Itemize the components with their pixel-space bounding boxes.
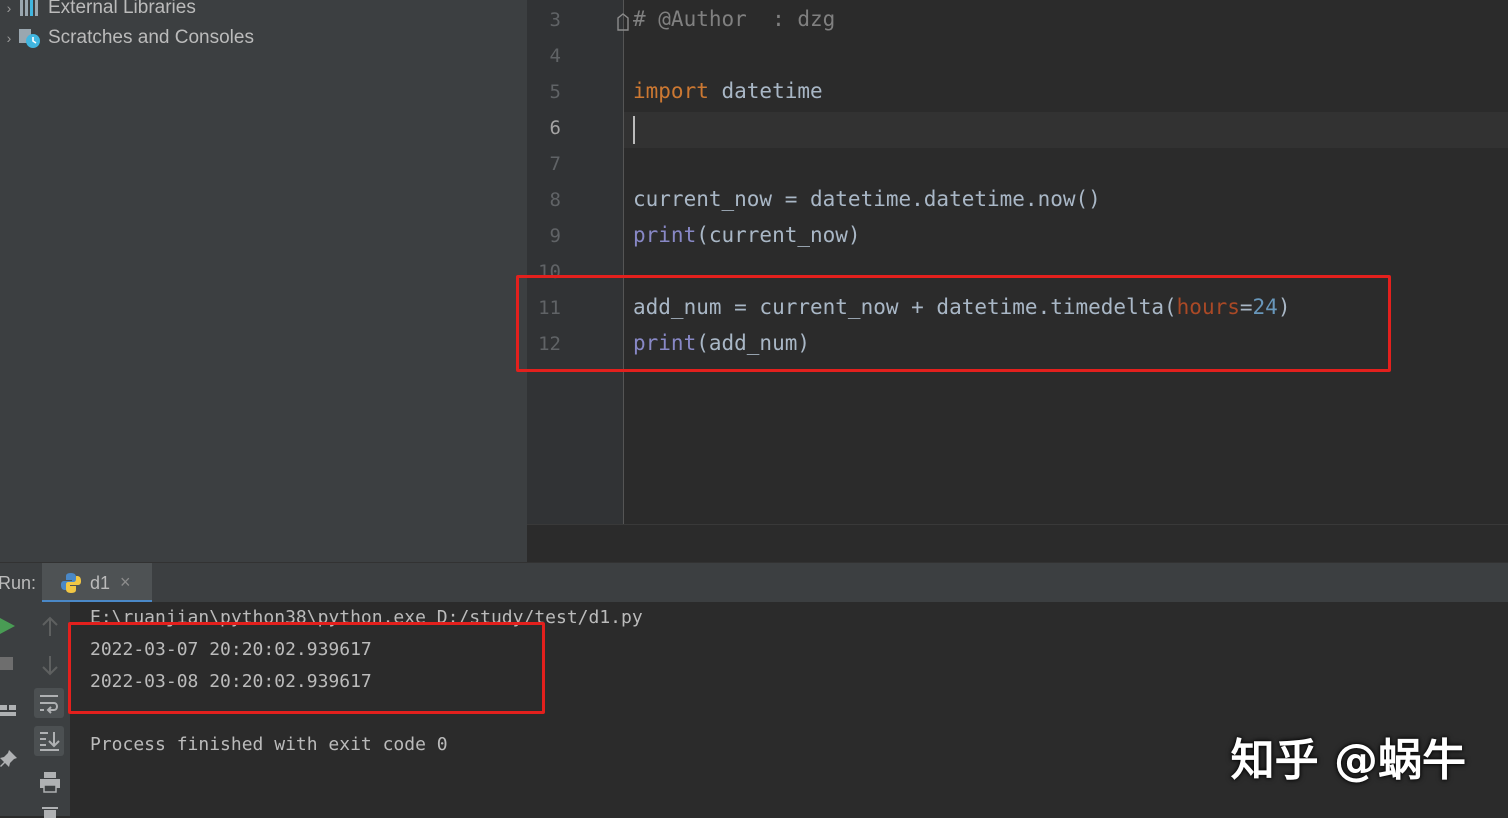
code-line[interactable]: print(current_now) <box>633 223 861 247</box>
chevron-right-icon[interactable]: › <box>0 30 18 46</box>
scroll-to-end-button[interactable] <box>34 726 64 756</box>
stop-icon[interactable] <box>0 656 14 672</box>
current-line-highlight <box>624 112 1508 148</box>
soft-wrap-icon <box>40 695 58 714</box>
project-tree-panel: › External Libraries › Scratches and Con… <box>0 0 527 562</box>
console-exit-message: Process finished with exit code 0 <box>90 734 448 755</box>
code-line[interactable]: current_now = datetime.datetime.now() <box>633 187 1101 211</box>
code-token: # @Author : dzg <box>633 7 836 31</box>
line-number: 5 <box>549 81 561 103</box>
code-line[interactable]: # @Author : dzg <box>633 7 835 31</box>
python-icon <box>61 573 81 593</box>
rerun-icon[interactable] <box>0 616 16 636</box>
scroll-to-end-icon <box>40 732 60 751</box>
run-tab-label: d1 <box>90 573 111 593</box>
line-number: 4 <box>549 45 561 67</box>
run-panel-header: Run: d1 × <box>0 562 1508 603</box>
run-tab-d1[interactable]: d1 × <box>42 563 152 603</box>
code-token: (current_now) <box>696 223 861 247</box>
library-icon <box>18 0 42 19</box>
tree-item-scratches[interactable]: › Scratches and Consoles <box>0 24 254 52</box>
code-line[interactable]: import datetime <box>633 79 823 103</box>
layout-icon[interactable] <box>0 702 16 718</box>
line-number: 6 <box>549 117 561 139</box>
close-icon[interactable]: × <box>120 572 131 593</box>
arrow-down-icon[interactable] <box>40 654 60 676</box>
editor-bottom-bar <box>527 524 1508 563</box>
soft-wrap-button[interactable] <box>34 688 64 718</box>
print-icon[interactable] <box>38 770 62 794</box>
tree-item-label: External Libraries <box>48 0 196 18</box>
line-number: 3 <box>549 9 561 31</box>
line-number: 9 <box>549 225 561 247</box>
watermark: 知乎 @蜗牛 <box>1230 735 1466 786</box>
highlight-box-code <box>516 275 1391 372</box>
run-label: Run: <box>0 573 37 593</box>
line-number: 8 <box>549 189 561 211</box>
code-token: current_now = datetime.datetime.now() <box>633 187 1101 211</box>
scratches-icon <box>18 27 42 49</box>
line-number-gutter: 3 4 5 6 7 8 9 10 11 12 <box>527 0 629 524</box>
pin-icon[interactable] <box>0 750 18 768</box>
run-toolbar <box>0 602 70 818</box>
tree-item-label: Scratches and Consoles <box>48 27 254 48</box>
delete-icon[interactable] <box>40 806 60 818</box>
code-token: import <box>633 79 709 103</box>
code-token: datetime <box>708 79 823 103</box>
code-token: print <box>633 223 697 247</box>
chevron-right-icon[interactable]: › <box>0 0 18 16</box>
line-number: 7 <box>549 153 561 175</box>
tree-item-external-libraries[interactable]: › External Libraries <box>0 0 196 22</box>
arrow-up-icon[interactable] <box>40 616 60 638</box>
fold-icon[interactable] <box>615 12 631 32</box>
text-caret <box>633 116 635 144</box>
highlight-box-output <box>68 622 545 714</box>
